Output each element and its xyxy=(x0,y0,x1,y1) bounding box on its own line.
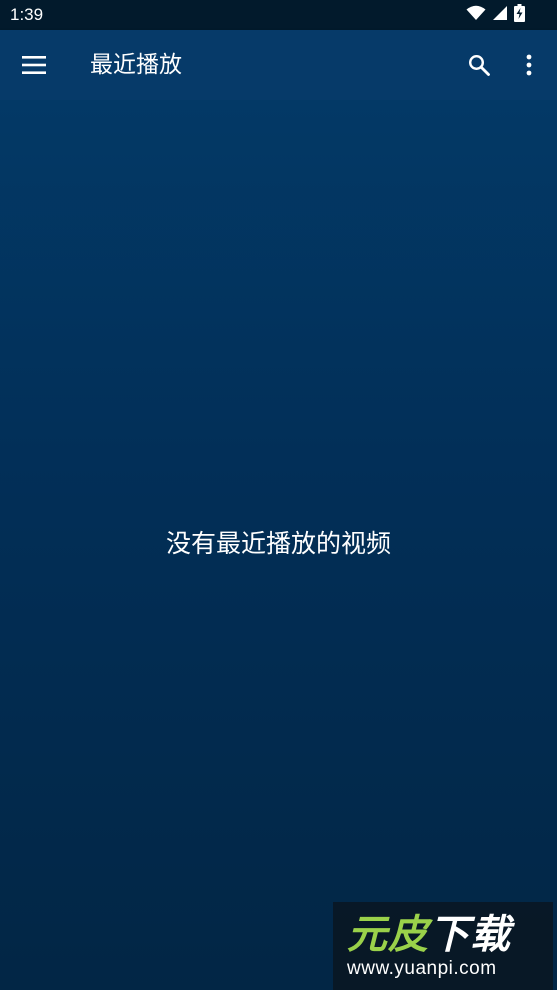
more-vert-icon[interactable] xyxy=(514,48,544,82)
main-content: 没有最近播放的视频 xyxy=(0,100,557,990)
watermark-title-white: 下载 xyxy=(429,912,511,958)
status-time: 1:39 xyxy=(10,5,44,24)
watermark-url: www.yuanpi.com xyxy=(347,958,497,979)
app-bar: 最近播放 xyxy=(0,30,557,100)
watermark-logo: 元皮下载 www.yuanpi.com xyxy=(333,902,553,990)
search-icon[interactable] xyxy=(462,48,496,82)
wifi-icon xyxy=(466,5,486,25)
watermark-title-green: 元皮 xyxy=(347,912,429,958)
status-bar: 1:39 xyxy=(0,0,557,30)
hamburger-menu-icon[interactable] xyxy=(18,50,50,80)
battery-charging-icon xyxy=(514,4,525,26)
status-icons xyxy=(466,4,525,26)
page-title: 最近播放 xyxy=(90,52,182,78)
empty-state-message: 没有最近播放的视频 xyxy=(165,529,391,558)
watermark-title: 元皮下载 xyxy=(347,910,511,960)
cell-signal-icon xyxy=(492,5,508,25)
